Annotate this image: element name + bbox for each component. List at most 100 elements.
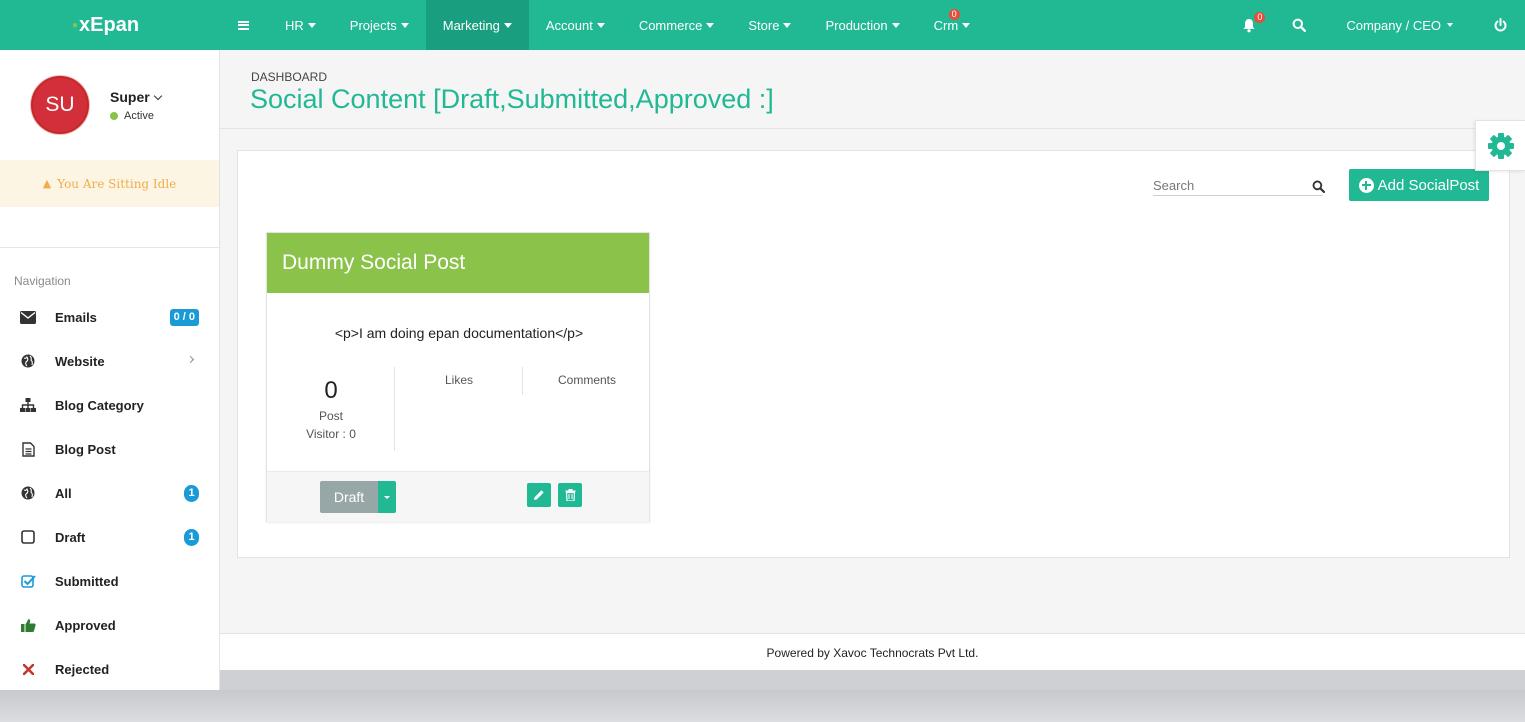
user-name-dropdown[interactable]: Super <box>110 89 162 105</box>
draft-count-badge: 1 <box>184 529 199 546</box>
menu-toggle-button[interactable] <box>218 0 268 50</box>
idle-alert: ▲ You Are Sitting Idle <box>0 160 219 207</box>
status-button[interactable]: Draft <box>320 481 378 513</box>
status-dropdown-toggle[interactable] <box>378 481 396 513</box>
sidebar-menu: Emails 0 / 0 Website Blog Category Blog … <box>0 295 219 691</box>
post-label: Post <box>318 409 343 423</box>
delete-button[interactable] <box>558 483 582 507</box>
sidebar-item-submitted[interactable]: Submitted <box>0 559 219 603</box>
notifications-button[interactable]: 0 <box>1224 0 1274 50</box>
post-count: 0 <box>324 377 338 404</box>
times-icon <box>20 661 36 677</box>
brand-name: xEpan <box>79 13 140 36</box>
status-dot-icon <box>110 112 118 120</box>
user-status: Active <box>110 110 154 122</box>
social-post-card: Dummy Social Post <p>I am doing epan doc… <box>266 232 650 522</box>
page-background <box>220 670 1525 690</box>
envelope-icon <box>20 309 36 325</box>
sidebar-item-blog-category[interactable]: Blog Category <box>0 383 219 427</box>
breadcrumb[interactable]: DASHBOARD <box>251 70 327 84</box>
main-content: DASHBOARD Social Content [Draft,Submitte… <box>220 50 1525 670</box>
search-icon <box>1292 18 1307 32</box>
caret-down-icon <box>384 495 390 499</box>
nav-hr[interactable]: HR <box>268 0 333 50</box>
edit-button[interactable] <box>527 483 551 507</box>
crm-badge: 0 <box>948 9 960 20</box>
power-icon <box>1494 18 1506 32</box>
caret-down-icon <box>962 22 971 28</box>
footer-text: Powered by Xavoc Technocrats Pvt Ltd. <box>766 646 979 660</box>
caret-down-icon <box>503 22 512 28</box>
trash-icon <box>565 489 575 501</box>
sidebar-item-approved[interactable]: Approved <box>0 603 219 647</box>
pencil-icon <box>534 490 544 500</box>
globe-icon <box>20 485 36 501</box>
top-navbar: ● xEpan HR Projects Marketing Account Com… <box>0 0 1525 50</box>
page-title: Social Content [Draft,Submitted,Approved… <box>250 84 774 114</box>
post-stat: 0 Post Visitor : 0 <box>267 367 395 451</box>
sidebar-item-draft[interactable]: Draft 1 <box>0 515 219 559</box>
footer: Powered by Xavoc Technocrats Pvt Ltd. <box>220 633 1525 670</box>
brand-logo[interactable]: ● xEpan <box>0 0 220 50</box>
card-footer: Draft <box>267 471 649 522</box>
settings-panel-toggle[interactable] <box>1475 120 1525 171</box>
comments-label: Comments <box>557 373 616 387</box>
navigation-heading: Navigation <box>14 274 71 288</box>
page-background <box>0 690 1525 722</box>
top-right-controls: 0 Company / CEO <box>1224 0 1525 50</box>
sitemap-icon <box>20 397 36 413</box>
emails-count-badge: 0 / 0 <box>169 309 199 326</box>
warning-icon: ▲ <box>42 177 52 190</box>
sidebar-item-website[interactable]: Website <box>0 339 219 383</box>
sidebar-item-blog-post[interactable]: Blog Post <box>0 427 219 471</box>
add-social-post-button[interactable]: Add SocialPost <box>1349 169 1489 201</box>
comments-stat: Comments <box>523 367 651 395</box>
sidebar-item-rejected[interactable]: Rejected <box>0 647 219 691</box>
avatar[interactable]: SU <box>31 76 89 134</box>
caret-down-icon <box>1447 23 1453 27</box>
page-header: DASHBOARD Social Content [Draft,Submitte… <box>220 50 1525 129</box>
search-box <box>1153 175 1326 196</box>
card-title: Dummy Social Post <box>267 233 649 293</box>
divider <box>0 247 219 248</box>
square-o-icon <box>20 529 36 545</box>
search-toggle-button[interactable] <box>1274 0 1324 50</box>
thumbs-up-icon <box>20 617 36 633</box>
logout-button[interactable] <box>1475 0 1525 50</box>
nav-marketing[interactable]: Marketing <box>425 0 529 50</box>
nav-store[interactable]: Store <box>731 0 808 50</box>
search-icon[interactable] <box>1312 180 1326 196</box>
hamburger-icon <box>237 20 249 30</box>
caret-down-icon <box>307 22 316 28</box>
user-profile: SU Super Active <box>0 50 219 160</box>
file-text-icon <box>20 441 36 457</box>
caret-down-icon <box>783 22 792 28</box>
check-square-icon <box>20 573 36 589</box>
caret-down-icon <box>400 22 409 28</box>
nav-projects[interactable]: Projects <box>333 0 426 50</box>
caret-down-icon <box>596 22 605 28</box>
likes-label: Likes <box>444 373 473 387</box>
nav-commerce[interactable]: Commerce <box>622 0 732 50</box>
caret-down-icon <box>891 22 900 28</box>
globe-icon <box>20 353 36 369</box>
chevron-down-icon <box>153 91 162 101</box>
visitor-count: Visitor : 0 <box>306 427 356 441</box>
nav-account[interactable]: Account <box>529 0 622 50</box>
nav-production[interactable]: Production <box>808 0 916 50</box>
user-role-menu[interactable]: Company / CEO <box>1324 0 1475 50</box>
card-body: <p>I am doing epan documentation</p> <box>334 325 584 341</box>
plus-circle-icon <box>1358 177 1374 193</box>
sidebar-item-emails[interactable]: Emails 0 / 0 <box>0 295 219 339</box>
sidebar-item-all[interactable]: All 1 <box>0 471 219 515</box>
gear-icon <box>1487 132 1514 159</box>
search-input[interactable] <box>1153 175 1303 195</box>
sidebar: SU Super Active ▲ You Are Sitting Idle Na… <box>0 50 220 690</box>
likes-stat: Likes <box>395 367 523 395</box>
nav-crm[interactable]: Crm 0 <box>917 0 988 50</box>
all-count-badge: 1 <box>184 485 199 502</box>
notification-badge: 0 <box>1254 12 1266 23</box>
social-content-panel: Add SocialPost Dummy Social Post <p>I am… <box>237 150 1510 558</box>
caret-down-icon <box>706 22 715 28</box>
leaf-icon: ● <box>72 19 79 31</box>
